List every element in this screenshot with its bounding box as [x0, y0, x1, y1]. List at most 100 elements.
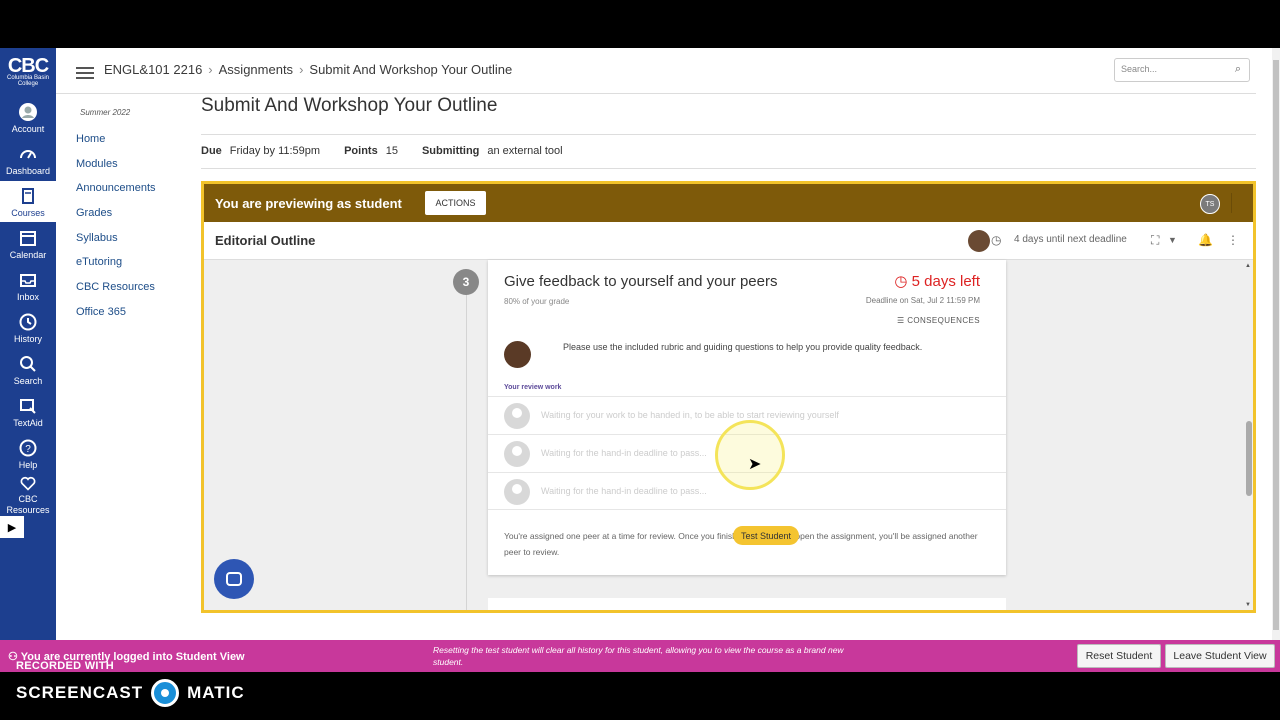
course-nav-home[interactable]: Home: [76, 133, 196, 158]
nav-label: TextAid: [13, 417, 43, 428]
nav-label: CBC Resources: [6, 494, 50, 515]
step-grade: 80% of your grade: [504, 297, 570, 306]
editorial-header: Editorial Outline ◷ 4 days until next de…: [204, 222, 1253, 260]
consequences-button[interactable]: ☰ CONSEQUENCES: [897, 316, 980, 325]
nav-history[interactable]: History: [0, 307, 56, 348]
bell-icon[interactable]: 🔔: [1198, 233, 1213, 247]
page-scrollbar[interactable]: [1272, 48, 1280, 640]
search-placeholder: Search...: [1121, 64, 1158, 74]
submitting-info: Submitting an external tool: [422, 145, 563, 157]
reset-student-button[interactable]: Reset Student: [1077, 644, 1161, 668]
breadcrumb-current: Submit And Workshop Your Outline: [309, 62, 513, 77]
step-deadline: Deadline on Sat, Jul 2 11:59 PM: [865, 296, 980, 305]
play-icon[interactable]: ▶: [0, 516, 24, 538]
screencast-logo-icon: [151, 679, 180, 707]
title-divider: [201, 134, 1256, 135]
assignment-meta: Due Friday by 11:59pm Points 15 Submitting…: [201, 145, 563, 157]
search-input[interactable]: Search... ⌕: [1114, 58, 1250, 82]
scrollbar-thumb[interactable]: [1273, 60, 1279, 630]
avatar[interactable]: [968, 230, 990, 252]
global-nav: CBC Columbia Basin College Account Dashb…: [0, 48, 56, 640]
nav-label: History: [13, 333, 42, 344]
submitting-value: an external tool: [487, 145, 563, 157]
logo-subtext: Columbia Basin College: [6, 75, 50, 87]
due-label: Due: [201, 145, 222, 157]
nav-textaid[interactable]: TextAid: [0, 391, 56, 432]
review-status: Waiting for the hand-in deadline to pass…: [541, 486, 707, 496]
breadcrumb-course[interactable]: ENGL&101 2216: [104, 62, 202, 77]
nav-search[interactable]: Search: [0, 349, 56, 390]
breadcrumb-separator: ›: [299, 62, 304, 77]
nav-label: Account: [11, 123, 45, 134]
nav-dashboard[interactable]: Dashboard: [0, 139, 56, 180]
due-value: Friday by 11:59pm: [229, 145, 321, 157]
clock-icon: ◷: [894, 273, 912, 290]
frame-scrollbar[interactable]: ▲ ▼: [1245, 261, 1253, 610]
scroll-down-icon[interactable]: ▼: [1245, 602, 1251, 608]
consequences-label: CONSEQUENCES: [907, 316, 980, 325]
nav-label: Dashboard: [5, 165, 51, 176]
course-nav-office365[interactable]: Office 365: [76, 306, 196, 331]
help-icon: ?: [19, 439, 37, 456]
account-icon: [19, 102, 37, 121]
heart-icon: [20, 476, 36, 491]
menu-icon[interactable]: [76, 64, 94, 82]
history-icon: [19, 313, 37, 330]
avatar: [504, 341, 531, 368]
actions-button[interactable]: ACTIONS: [425, 191, 486, 215]
nav-label: Calendar: [9, 249, 47, 260]
points-value: 15: [385, 145, 398, 157]
courses-icon: [22, 187, 34, 204]
course-nav-modules[interactable]: Modules: [76, 158, 196, 183]
banner-divider: [1231, 193, 1232, 213]
review-work-label: Your review work: [504, 384, 562, 391]
reset-note: Resetting the test student will clear al…: [433, 645, 844, 667]
avatar[interactable]: TS: [1200, 194, 1220, 214]
canvas-app: CBC Columbia Basin College Account Dashb…: [0, 48, 1280, 672]
nav-label: Courses: [11, 207, 45, 218]
meta-divider: [201, 168, 1256, 169]
cbc-logo[interactable]: CBC Columbia Basin College: [0, 48, 56, 96]
review-status: Waiting for the hand-in deadline to pass…: [541, 448, 707, 458]
step-number: 3: [453, 269, 479, 295]
scroll-up-icon[interactable]: ▲: [1245, 263, 1251, 269]
editorial-title: Editorial Outline: [215, 233, 316, 248]
nav-inbox[interactable]: Inbox: [0, 265, 56, 306]
timeline-line: [466, 278, 467, 610]
scrollbar-thumb[interactable]: [1246, 421, 1252, 496]
nav-label: Search: [13, 375, 43, 386]
nav-account[interactable]: Account: [0, 97, 56, 138]
breadcrumb-separator: ›: [208, 62, 213, 77]
review-status: Waiting for your work to be handed in, t…: [541, 410, 839, 420]
course-nav-etutoring[interactable]: eTutoring: [76, 256, 196, 281]
deadline-note: 4 days until next deadline: [1014, 234, 1127, 245]
course-nav-cbc-resources[interactable]: CBC Resources: [76, 281, 196, 306]
nav-help[interactable]: ? Help: [0, 433, 56, 474]
search-icon[interactable]: ⌕: [1235, 63, 1241, 76]
user-placeholder-icon: [504, 441, 530, 467]
course-nav-grades[interactable]: Grades: [76, 207, 196, 232]
nav-courses[interactable]: Courses: [0, 181, 56, 222]
chevron-down-icon[interactable]: ▼: [1168, 235, 1177, 245]
nav-calendar[interactable]: Calendar: [0, 223, 56, 264]
course-nav-announcements[interactable]: Announcements: [76, 182, 196, 207]
course-nav-syllabus[interactable]: Syllabus: [76, 232, 196, 257]
breadcrumb-assignments[interactable]: Assignments: [219, 62, 293, 77]
tooltip: Test Student: [733, 526, 800, 545]
user-placeholder-icon: [504, 479, 530, 505]
chat-button[interactable]: [214, 559, 254, 599]
tool-preview-frame: You are previewing as student ACTIONS TS…: [201, 181, 1256, 613]
page-title: Submit And Workshop Your Outline: [201, 95, 498, 116]
breadcrumb: ENGL&101 2216 › Assignments › Submit And…: [104, 62, 512, 77]
student-view-bar: ⚇ You are currently logged into Student …: [0, 640, 1280, 672]
fullscreen-icon[interactable]: ⛶: [1151, 233, 1159, 248]
more-icon[interactable]: ⋮: [1227, 233, 1239, 247]
step-title: Give feedback to yourself and your peers: [504, 273, 778, 290]
nav-cbc-resources[interactable]: CBC Resources: [0, 475, 56, 516]
leave-student-view-button[interactable]: Leave Student View: [1165, 644, 1275, 668]
nav-label: Inbox: [16, 291, 40, 302]
search-icon: [20, 355, 36, 372]
days-left-text: 5 days left: [911, 273, 980, 290]
step-instruction: Please use the included rubric and guidi…: [563, 342, 923, 352]
clock-icon: ◷: [991, 233, 1002, 247]
